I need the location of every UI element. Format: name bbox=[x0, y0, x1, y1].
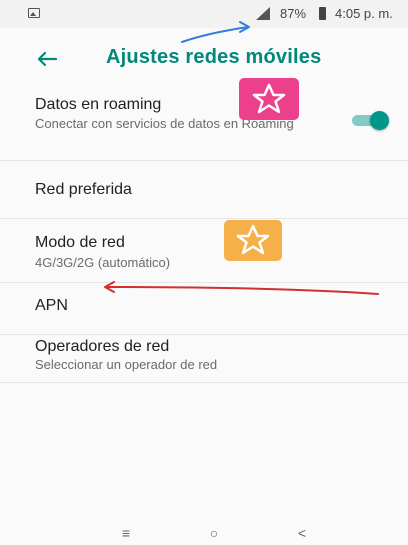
setting-subtitle: Seleccionar un operador de red bbox=[35, 357, 218, 372]
navigation-bar: ≡ ○ < bbox=[0, 522, 408, 545]
arrow-left-icon bbox=[37, 51, 58, 67]
setting-title: Modo de red bbox=[35, 234, 125, 251]
battery-percentage: 87% bbox=[280, 6, 307, 21]
setting-title: Red preferida bbox=[35, 181, 132, 198]
image-notification-icon bbox=[28, 8, 40, 18]
star-icon bbox=[236, 224, 270, 255]
page-title: Ajustes redes móviles bbox=[106, 46, 322, 68]
recents-button[interactable]: ≡ bbox=[106, 522, 146, 545]
roaming-toggle[interactable] bbox=[350, 110, 392, 130]
back-button[interactable] bbox=[30, 42, 64, 76]
status-bar: 87% 4:05 p. m. bbox=[0, 0, 408, 28]
toolbar: Ajustes redes móviles bbox=[0, 28, 408, 90]
battery-icon bbox=[319, 7, 326, 20]
home-button[interactable]: ○ bbox=[194, 522, 234, 545]
back-nav-button[interactable]: < bbox=[282, 522, 322, 545]
setting-title: APN bbox=[35, 297, 68, 314]
setting-item-preferred-network[interactable]: Red preferida bbox=[0, 161, 408, 219]
toggle-thumb bbox=[370, 111, 389, 130]
star-sticker-orange bbox=[224, 220, 282, 261]
setting-title: Operadores de red bbox=[35, 338, 170, 355]
star-sticker-pink bbox=[239, 78, 299, 120]
setting-item-data-roaming[interactable]: Datos en roaming Conectar con servicios … bbox=[0, 90, 408, 161]
clock: 4:05 p. m. bbox=[335, 6, 393, 21]
star-icon bbox=[252, 83, 286, 114]
setting-title: Datos en roaming bbox=[35, 96, 162, 113]
android-screen: 87% 4:05 p. m. Ajustes redes móviles Dat… bbox=[0, 0, 408, 545]
signal-icon bbox=[256, 7, 270, 20]
setting-item-network-operators[interactable]: Operadores de red Seleccionar un operado… bbox=[0, 335, 408, 383]
setting-item-apn[interactable]: APN bbox=[0, 283, 408, 335]
setting-item-network-mode[interactable]: Modo de red 4G/3G/2G (automático) bbox=[0, 219, 408, 283]
